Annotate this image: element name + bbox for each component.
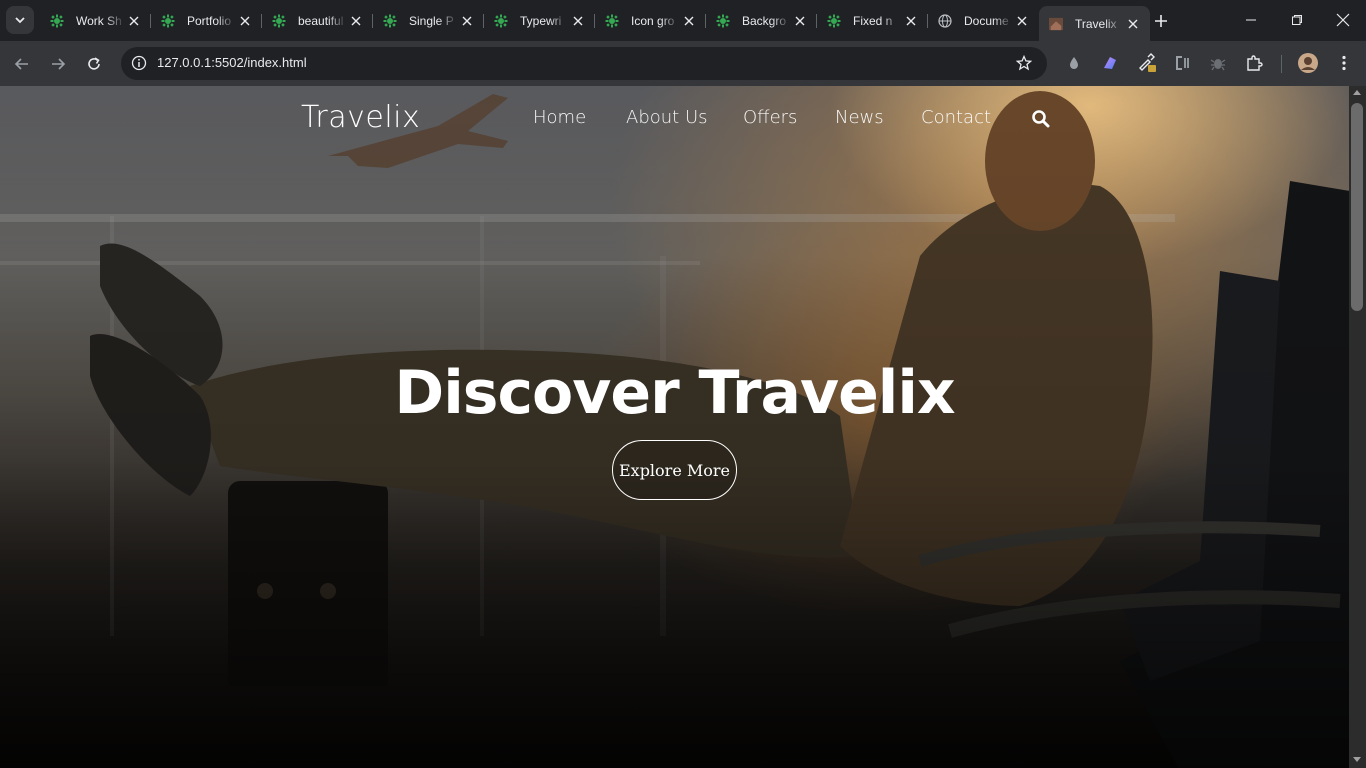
restore-icon bbox=[1292, 15, 1302, 25]
close-icon[interactable] bbox=[458, 12, 476, 30]
search-icon[interactable] bbox=[1031, 109, 1051, 129]
close-icon[interactable] bbox=[791, 12, 809, 30]
close-window-button[interactable] bbox=[1320, 0, 1366, 40]
explore-more-button[interactable]: Explore More bbox=[612, 440, 737, 500]
close-icon[interactable] bbox=[347, 12, 365, 30]
plus-icon bbox=[1155, 15, 1167, 27]
green-gear-icon bbox=[605, 14, 619, 28]
nav-item-offers[interactable]: Offers bbox=[743, 107, 797, 128]
profile-avatar[interactable] bbox=[1297, 52, 1319, 74]
nav-item-home[interactable]: Home bbox=[533, 107, 586, 128]
tab-title: Portfolio bbox=[187, 13, 232, 28]
minimize-icon bbox=[1246, 19, 1256, 21]
back-button[interactable] bbox=[8, 50, 36, 78]
close-icon bbox=[1336, 13, 1350, 27]
scroll-thumb[interactable] bbox=[1351, 103, 1363, 311]
extension-1-button[interactable] bbox=[1063, 52, 1085, 74]
green-gear-icon bbox=[50, 14, 64, 28]
close-icon[interactable] bbox=[1124, 15, 1142, 33]
reload-button[interactable] bbox=[80, 50, 108, 78]
tab-2[interactable]: Portfolio bbox=[151, 6, 262, 35]
green-gear-icon bbox=[494, 14, 508, 28]
restore-button[interactable] bbox=[1274, 0, 1320, 40]
hero-title: Discover Travelix bbox=[394, 358, 955, 428]
gradient-orb-icon bbox=[1104, 57, 1116, 69]
tab-8[interactable]: Fixed n bbox=[817, 6, 928, 35]
tab-title: Typewri bbox=[520, 13, 562, 28]
extensions-menu-button[interactable] bbox=[1243, 52, 1265, 74]
close-icon[interactable] bbox=[1013, 12, 1031, 30]
close-icon[interactable] bbox=[902, 12, 920, 30]
url-text[interactable]: 127.0.0.1:5502/index.html bbox=[157, 55, 307, 70]
arrow-right-icon bbox=[52, 58, 66, 70]
eyedropper-icon bbox=[1139, 53, 1156, 72]
scroll-up-arrow-icon[interactable] bbox=[1353, 90, 1361, 95]
tab-title: Icon gro bbox=[631, 13, 675, 28]
new-tab-button[interactable] bbox=[1150, 10, 1172, 32]
site-thumbnail-icon bbox=[1049, 17, 1063, 31]
browser-menu-button[interactable] bbox=[1333, 52, 1355, 74]
close-icon[interactable] bbox=[569, 12, 587, 30]
bug-icon bbox=[1210, 59, 1226, 71]
globe-icon bbox=[938, 13, 952, 28]
browser-toolbar: 127.0.0.1:5502/index.html bbox=[0, 41, 1366, 86]
tab-5[interactable]: Typewri bbox=[484, 6, 595, 35]
chevron-down-icon bbox=[15, 17, 25, 24]
tab-3[interactable]: beautiful bbox=[262, 6, 373, 35]
star-icon bbox=[1016, 55, 1032, 71]
green-gear-icon bbox=[827, 14, 841, 28]
scroll-down-arrow-icon[interactable] bbox=[1353, 757, 1361, 762]
kebab-menu-icon bbox=[1342, 55, 1346, 71]
extension-2-button[interactable] bbox=[1099, 52, 1121, 74]
extension-3-button[interactable] bbox=[1136, 52, 1158, 74]
tab-title: Docume bbox=[964, 13, 1009, 28]
bookmark-button[interactable] bbox=[1015, 54, 1033, 72]
nav-item-contact[interactable]: Contact bbox=[921, 107, 991, 128]
site-logo[interactable]: Travelix bbox=[301, 100, 420, 135]
tab-title: Fixed n bbox=[853, 13, 893, 28]
green-gear-icon bbox=[272, 14, 286, 28]
site-navigation: Travelix Home About Us Offers News Conta… bbox=[0, 86, 1349, 152]
site-info-button[interactable] bbox=[129, 53, 149, 73]
tab-title: beautiful bbox=[298, 13, 344, 28]
green-gear-icon bbox=[716, 14, 730, 28]
tab-7[interactable]: Backgro bbox=[706, 6, 817, 35]
extension-5-button[interactable] bbox=[1207, 52, 1229, 74]
avatar-icon bbox=[1298, 53, 1318, 73]
tab-title: Travelix bbox=[1075, 16, 1117, 31]
nav-item-about-us[interactable]: About Us bbox=[626, 107, 708, 128]
tab-search-button[interactable] bbox=[6, 6, 34, 34]
tab-strip: Work Sh Portfolio beautiful Single P Typewri… bbox=[0, 0, 1366, 41]
arrow-left-icon bbox=[14, 58, 28, 70]
forward-button[interactable] bbox=[44, 50, 72, 78]
tab-title: Work Sh bbox=[76, 13, 122, 28]
ink-drop-icon bbox=[1070, 57, 1078, 69]
info-icon bbox=[131, 55, 147, 71]
tab-1[interactable]: Work Sh bbox=[40, 6, 151, 35]
nav-item-news[interactable]: News bbox=[835, 107, 884, 128]
tab-10[interactable]: Travelix bbox=[1039, 6, 1150, 41]
extension-4-button[interactable] bbox=[1171, 52, 1193, 74]
toolbar-divider bbox=[1281, 55, 1282, 73]
close-icon[interactable] bbox=[125, 12, 143, 30]
tab-9[interactable]: Docume bbox=[928, 6, 1039, 35]
green-gear-icon bbox=[161, 14, 175, 28]
puzzle-icon bbox=[1247, 55, 1263, 71]
address-bar[interactable]: 127.0.0.1:5502/index.html bbox=[121, 47, 1047, 80]
tab-4[interactable]: Single P bbox=[373, 6, 484, 35]
tab-title: Backgro bbox=[742, 13, 787, 28]
css-viewer-icon bbox=[1176, 56, 1189, 70]
page-scrollbar[interactable] bbox=[1349, 86, 1366, 768]
close-icon[interactable] bbox=[680, 12, 698, 30]
close-icon[interactable] bbox=[236, 12, 254, 30]
tab-title: Single P bbox=[409, 13, 454, 28]
green-gear-icon bbox=[383, 14, 397, 28]
minimize-button[interactable] bbox=[1228, 0, 1274, 40]
reload-icon bbox=[88, 57, 100, 70]
tab-6[interactable]: Icon gro bbox=[595, 6, 706, 35]
page-viewport: Travelix Home About Us Offers News Conta… bbox=[0, 86, 1349, 768]
